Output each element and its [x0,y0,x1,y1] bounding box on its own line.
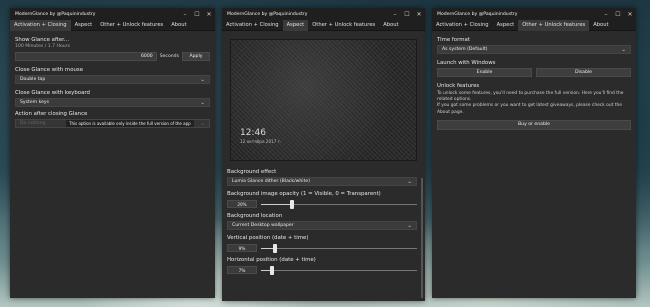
preview-date: 12 октября 2017 г. [240,139,282,144]
close-icon[interactable]: ✕ [413,8,425,20]
horizontal-slider-row: 7% [227,265,417,275]
glance-preview: 12:46 12 октября 2017 г. [230,39,417,161]
window-activation: ModernGlance by @Paquinindustry – ☐ ✕ Ac… [10,8,215,298]
opacity-value: 20% [227,200,257,208]
maximize-icon[interactable]: ☐ [401,8,413,20]
tab-activation-closing[interactable]: Activation + Closing [10,19,71,31]
seconds-unit: Seconds [159,54,179,59]
tab-about[interactable]: About [167,20,190,31]
minimize-icon[interactable]: – [600,8,612,20]
seconds-input[interactable]: 6000 [15,52,157,61]
preview-time: 12:46 [240,128,266,138]
title-bar: ModernGlance by @Paquinindustry – ☐ ✕ [432,8,636,20]
aspect-content: Background effect Lumia Glance dither (B… [222,169,425,278]
horizontal-slider[interactable] [261,265,417,275]
horizontal-position-label: Horizontal position (date + time) [227,257,316,263]
activation-content: Show Glance after... 100 Minutes / 1.7 H… [10,31,215,132]
background-location-select[interactable]: Current Desktop wallpaper ⌄ [227,221,417,230]
close-keyboard-select[interactable]: System keys ⌄ [15,98,210,107]
vertical-slider-thumb[interactable] [273,243,278,253]
show-glance-label: Show Glance after... [15,37,70,43]
close-keyboard-value: System keys [20,100,50,105]
unlock-text-1: To unlock some features, you'll need to … [437,91,624,103]
tab-about[interactable]: About [589,20,612,31]
close-mouse-label: Close Glance with mouse [15,67,84,73]
maximize-icon[interactable]: ☐ [191,8,203,20]
tab-other-unlock[interactable]: Other + Unlock features [518,19,590,31]
window-other-unlock: ModernGlance by @Paquinindustry – ☐ ✕ Ac… [432,8,636,298]
window-title: ModernGlance by @Paquinindustry [15,11,96,17]
tab-about[interactable]: About [379,20,402,31]
other-content: Time format As system (Default) ⌄ Launch… [432,31,636,134]
background-location-label: Background location [227,213,283,219]
background-location-value: Current Desktop wallpaper [232,223,294,228]
tab-bar: Activation + Closing Aspect Other + Unlo… [10,19,215,31]
opacity-slider[interactable] [261,199,417,209]
background-effect-select[interactable]: Lumia Glance dither (Black/white) ⌄ [227,177,417,186]
horizontal-slider-thumb[interactable] [269,265,274,275]
minimize-icon[interactable]: – [389,8,401,20]
tab-bar: Activation + Closing Aspect Other + Unlo… [222,19,425,31]
vertical-slider-row: 9% [227,243,417,253]
launch-buttons: Enable Disable [437,68,631,77]
title-bar: ModernGlance by @Paquinindustry – ☐ ✕ [10,8,215,20]
tab-other-unlock[interactable]: Other + Unlock features [308,20,379,31]
vertical-slider[interactable] [261,243,417,253]
opacity-slider-thumb[interactable] [290,199,295,209]
scrollbar[interactable] [421,178,423,298]
chevron-down-icon: ⌄ [407,222,412,229]
background-effect-value: Lumia Glance dither (Black/white) [232,179,311,184]
time-format-label: Time format [437,37,470,43]
unlock-label: Unlock features [437,83,480,89]
opacity-slider-row: 20% [227,199,417,209]
tab-activation-closing[interactable]: Activation + Closing [432,20,493,31]
tab-aspect[interactable]: Aspect [71,20,97,31]
minimize-icon[interactable]: – [179,8,191,20]
chevron-down-icon: ⌄ [200,99,205,106]
full-version-tooltip: This option is available only inside the… [66,120,194,127]
disable-button[interactable]: Disable [536,68,631,77]
close-mouse-select[interactable]: Double tap ⌄ [15,75,210,84]
unlock-text-2: If you got some problems or you want to … [437,103,622,115]
action-after-value: Do nothing [20,121,46,126]
buy-enable-button[interactable]: Buy or enable [437,119,631,130]
close-icon[interactable]: ✕ [624,8,636,20]
horizontal-value: 7% [227,266,257,274]
apply-button[interactable]: Apply [182,52,210,61]
chevron-down-icon: ⌄ [200,76,205,83]
vertical-position-label: Vertical position (date + time) [227,235,309,241]
window-aspect: ModernGlance by @Paquinindustry – ☐ ✕ Ac… [222,8,425,301]
opacity-slider-fill [261,203,293,205]
chevron-down-icon: ⌄ [407,178,412,185]
opacity-label: Background image opacity (1 = Visible, 0… [227,191,381,197]
action-after-select: Do nothing This option is available only… [15,119,210,128]
tab-activation-closing[interactable]: Activation + Closing [222,20,283,31]
launch-windows-label: Launch with Windows [437,60,496,66]
time-format-select[interactable]: As system (Default) ⌄ [437,45,631,54]
background-effect-label: Background effect [227,169,277,175]
enable-button[interactable]: Enable [437,68,532,77]
show-glance-sublabel: 100 Minutes / 1.7 Hours [15,44,71,49]
vertical-value: 9% [227,244,257,252]
chevron-down-icon: ⌄ [621,46,626,53]
close-icon[interactable]: ✕ [203,8,215,20]
window-title: ModernGlance by @Paquinindustry [437,11,518,17]
show-glance-row: 6000 Seconds Apply [15,52,210,61]
window-title: ModernGlance by @Paquinindustry [227,11,308,17]
tab-aspect[interactable]: Aspect [282,19,309,31]
maximize-icon[interactable]: ☐ [612,8,624,20]
close-mouse-value: Double tap [20,77,46,82]
action-after-label: Action after closing Glance [15,111,88,117]
tab-bar: Activation + Closing Aspect Other + Unlo… [432,19,636,31]
close-keyboard-label: Close Glance with keyboard [15,90,90,96]
tab-other-unlock[interactable]: Other + Unlock features [96,20,167,31]
time-format-value: As system (Default) [442,47,488,52]
chevron-down-icon: ⌄ [200,120,205,127]
tab-aspect[interactable]: Aspect [493,20,519,31]
title-bar: ModernGlance by @Paquinindustry – ☐ ✕ [222,8,425,20]
